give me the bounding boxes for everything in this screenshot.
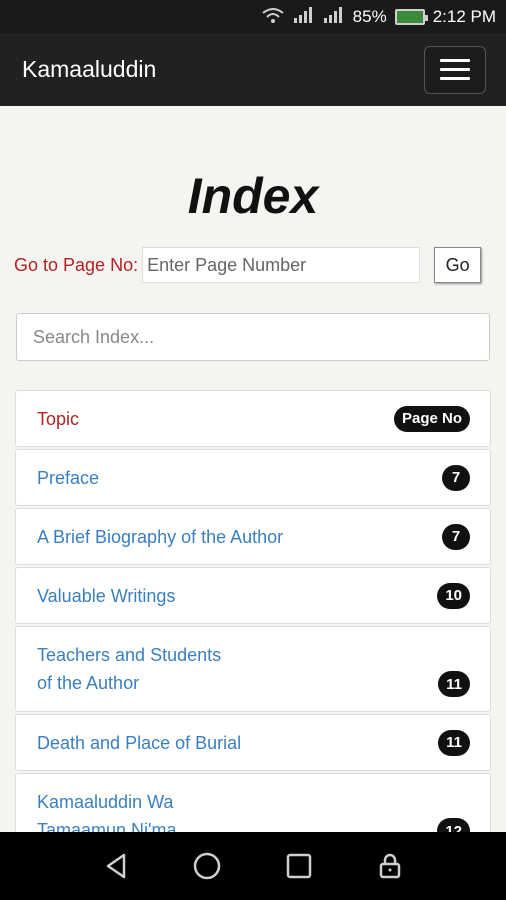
index-header-row: Topic Page No [15, 390, 491, 447]
battery-icon [394, 8, 428, 25]
app-bar: Kamaaluddin [0, 33, 506, 106]
page-number-badge: 10 [437, 582, 470, 609]
go-button[interactable]: Go [434, 247, 482, 283]
back-button[interactable] [96, 846, 136, 886]
goto-page-label: Go to Page No: [14, 254, 139, 275]
page-number-input[interactable] [142, 247, 421, 283]
search-index-input[interactable] [16, 313, 490, 361]
recents-icon [286, 853, 311, 879]
index-list: Topic Page No Preface 7 A Brief Biograph… [15, 390, 491, 832]
index-item-preface[interactable]: Preface 7 [15, 449, 491, 506]
home-icon [194, 852, 221, 880]
page-no-header-badge: Page No [393, 405, 470, 432]
signal-icon-2 [323, 6, 345, 27]
hamburger-line [440, 77, 470, 80]
main-content: Index Go to Page No: Go Topic Page No Pr… [0, 106, 506, 832]
menu-button[interactable] [424, 45, 486, 94]
index-item-label: Valuable Writings [37, 585, 176, 606]
hamburger-line [440, 68, 470, 71]
index-item-label: Death and Place of Burial [37, 732, 242, 753]
wifi-icon [261, 7, 285, 27]
index-item-label: Preface [37, 467, 100, 488]
clock: 2:12 PM [432, 6, 496, 26]
back-icon [106, 853, 125, 879]
system-nav-bar [0, 832, 506, 900]
page-number-badge: 12 [437, 818, 470, 832]
hamburger-menu-icon [440, 59, 470, 62]
index-item-death-burial[interactable]: Death and Place of Burial 11 [15, 714, 491, 771]
index-item-label: A Brief Biography of the Author [37, 526, 284, 547]
topic-header: Topic [37, 408, 80, 429]
page-number-badge: 7 [442, 523, 470, 550]
goto-page-row: Go to Page No: Go [0, 246, 506, 284]
battery-percent: 85% [352, 6, 387, 26]
signal-icon [293, 6, 315, 27]
page-number-badge: 11 [438, 729, 470, 756]
index-item-biography[interactable]: A Brief Biography of the Author 7 [15, 508, 491, 565]
home-button[interactable] [187, 846, 227, 886]
page-number-badge: 7 [442, 464, 470, 491]
index-item-label: Kamaaluddin Wa Tamaamun Ni'ma [37, 792, 177, 832]
lock-button[interactable] [370, 846, 410, 886]
lock-icon [380, 853, 401, 879]
page-number-badge: 11 [438, 671, 470, 697]
index-item-valuable-writings[interactable]: Valuable Writings 10 [15, 567, 491, 624]
index-item-label: Teachers and Students of the Author [37, 645, 222, 693]
recents-button[interactable] [279, 846, 319, 886]
status-bar: 85% 2:12 PM [0, 0, 506, 33]
index-item-teachers-students[interactable]: Teachers and Students of the Author 11 [15, 626, 491, 712]
index-item-kamaaluddin[interactable]: Kamaaluddin Wa Tamaamun Ni'ma 12 [15, 773, 491, 832]
page-title: Index [187, 168, 319, 224]
app-title[interactable]: Kamaaluddin [22, 56, 156, 83]
